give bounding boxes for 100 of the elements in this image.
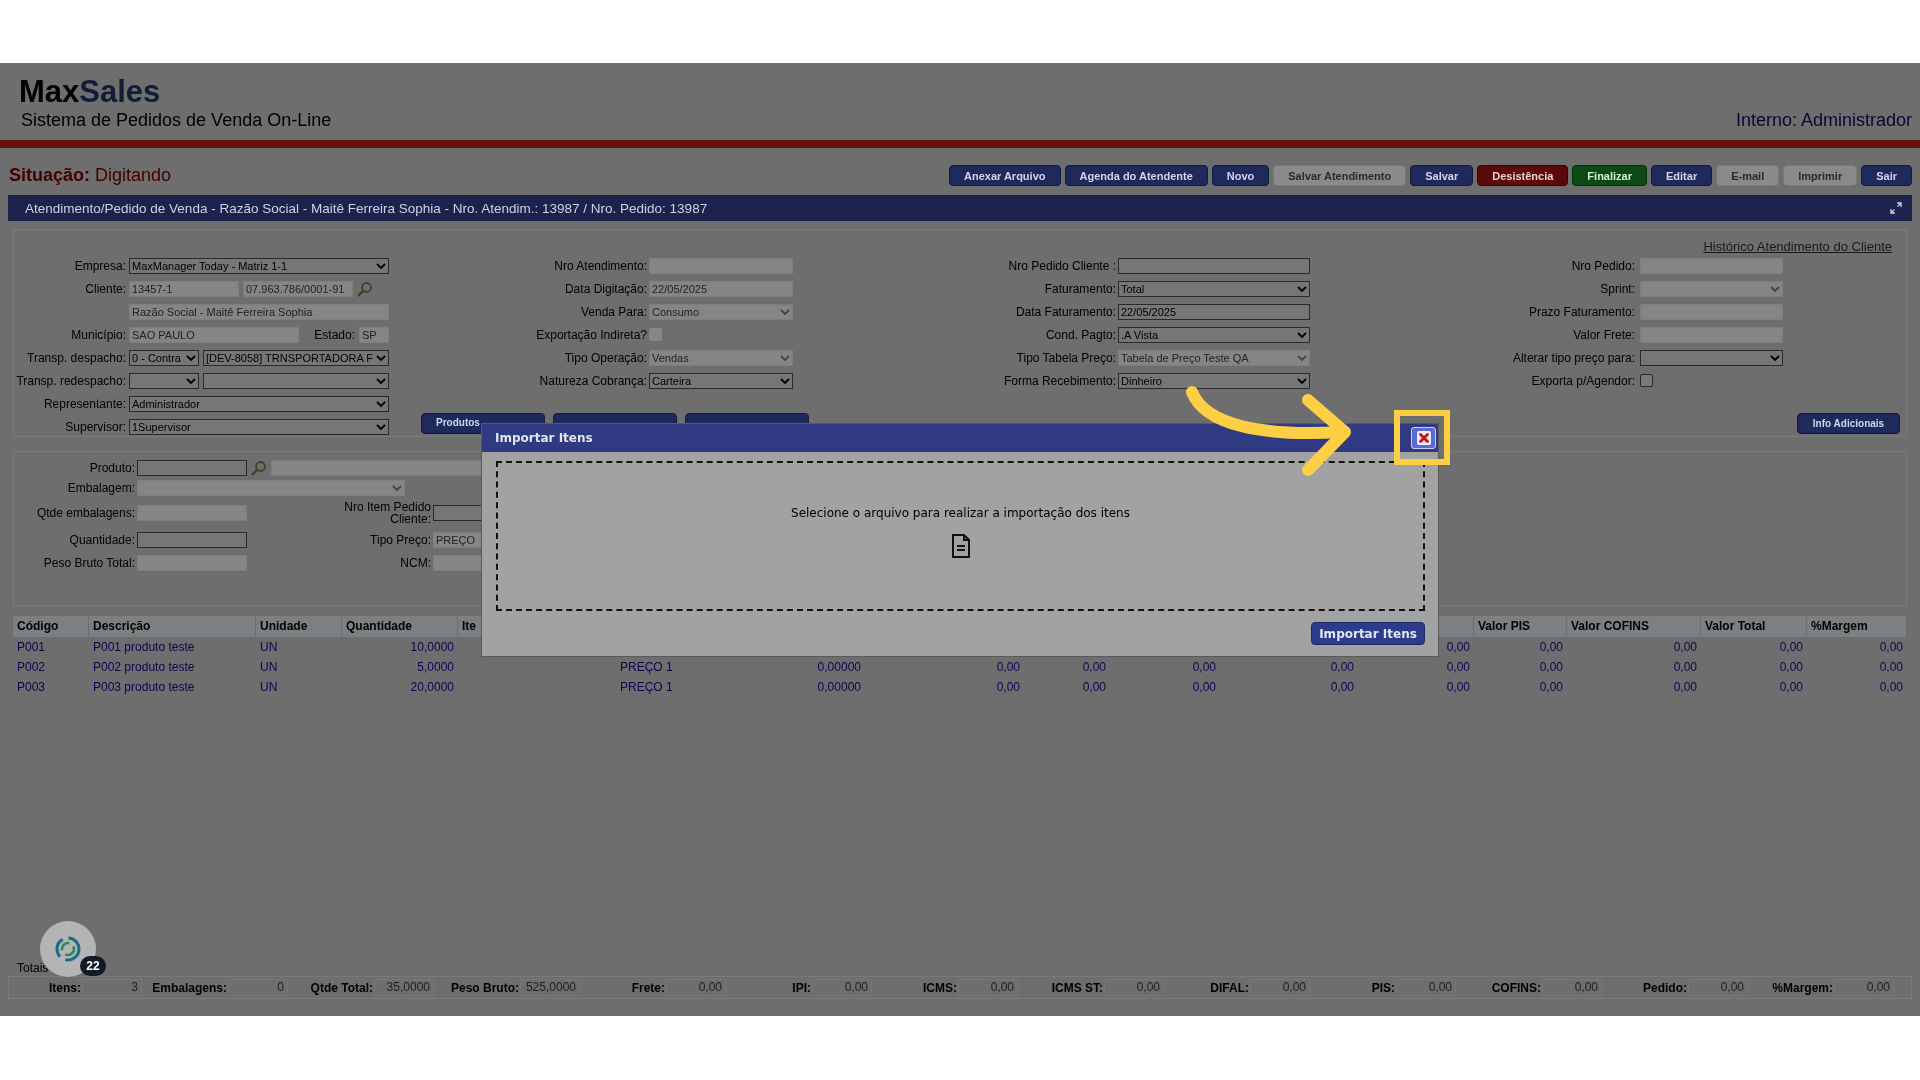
table-cell: 0,00 xyxy=(1192,680,1216,694)
field-label: Sprint: xyxy=(1600,281,1635,296)
table-cell: 0,00 xyxy=(1879,660,1903,674)
table-cell: 0,00000 xyxy=(817,680,861,694)
toolbar-button[interactable]: Salvar xyxy=(1410,165,1474,186)
total-value: 35,0000 xyxy=(374,979,434,996)
toolbar-button[interactable]: Editar xyxy=(1651,165,1713,186)
toolbar-button[interactable]: Desistência xyxy=(1477,165,1569,186)
total-label: PIS: xyxy=(1371,980,1395,995)
caret-icon xyxy=(1770,354,1780,361)
highlight-frame xyxy=(1394,410,1450,465)
close-button[interactable] xyxy=(1411,427,1436,449)
field-label: Tipo Operação: xyxy=(564,350,647,365)
caret-icon xyxy=(1297,354,1307,361)
caret-icon xyxy=(376,423,386,430)
search-icon[interactable] xyxy=(251,460,267,476)
field-label: Cliente: xyxy=(85,281,126,296)
table-cell: P001 xyxy=(17,640,46,654)
table-cell: P002 xyxy=(17,660,46,674)
field-label: Supervisor: xyxy=(65,419,126,434)
field-label: Embalagem: xyxy=(67,481,135,495)
text-field[interactable] xyxy=(137,460,247,476)
table-cell: P002 produto teste xyxy=(93,660,195,674)
total-label: %Margem: xyxy=(1772,980,1833,995)
field-label: NCM: xyxy=(400,557,431,569)
field-label: Nro Item Pedido Cliente: xyxy=(343,501,431,525)
total-value: 0,00 xyxy=(1688,979,1748,996)
dropdown[interactable]: .A Vista xyxy=(1118,326,1310,343)
table-cell: PREÇO 1 xyxy=(620,680,673,694)
dropdown[interactable] xyxy=(1640,349,1783,366)
search-icon[interactable] xyxy=(357,280,373,297)
field-label: Data Digitação: xyxy=(564,281,647,296)
total-label: Frete: xyxy=(631,980,665,995)
history-link[interactable]: Histórico Atendimento do Cliente xyxy=(1703,239,1892,254)
column-header[interactable]: Descrição xyxy=(93,619,151,633)
swirl-icon xyxy=(53,934,83,964)
field-label: Tipo Preço: xyxy=(370,534,431,546)
toolbar-button[interactable]: Agenda do Atendente xyxy=(1064,165,1208,186)
import-button[interactable]: Importar Itens xyxy=(1311,622,1425,645)
field-label: Exportação Indireta? xyxy=(536,327,647,342)
dropdown[interactable]: 0 - Contra xyxy=(129,349,199,366)
toolbar-button[interactable]: Finalizar xyxy=(1572,165,1647,186)
document-icon xyxy=(950,534,971,558)
total-value: 0,00 xyxy=(812,979,872,996)
column-header[interactable]: Quantidade xyxy=(346,619,412,633)
column-header[interactable]: Unidade xyxy=(260,619,308,633)
dropdown[interactable]: Carteira xyxy=(649,372,793,389)
total-value: 0,00 xyxy=(1834,979,1894,996)
dropdown[interactable]: 1Supervisor xyxy=(129,418,389,435)
dialog-title: Importar Itens xyxy=(495,431,593,445)
toolbar-button[interactable]: Sair xyxy=(1861,165,1912,186)
table-cell: UN xyxy=(260,640,278,654)
app-subtitle: Sistema de Pedidos de Venda On-Line xyxy=(21,109,332,131)
text-field[interactable] xyxy=(1118,257,1310,274)
expand-icon[interactable] xyxy=(1890,202,1902,214)
field-label: Município: xyxy=(71,327,126,342)
dropdown[interactable]: [DEV-8058] TRNSPORTADORA F xyxy=(203,349,389,366)
dropdown[interactable]: MaxManager Today - Matriz 1-1 xyxy=(129,257,389,274)
caret-icon xyxy=(1297,377,1307,384)
table-cell: 0,00 xyxy=(1330,660,1354,674)
table-cell: 0,00 xyxy=(1539,640,1563,654)
table-cell: UN xyxy=(260,660,278,674)
field-label: Faturamento: xyxy=(1044,281,1116,296)
table-cell: 0,00 xyxy=(1539,660,1563,674)
table-cell: 0,00 xyxy=(1673,660,1697,674)
text-field[interactable] xyxy=(137,532,247,548)
table-cell: 0,00 xyxy=(1879,680,1903,694)
column-header[interactable]: Valor Total xyxy=(1705,619,1766,633)
dropdown[interactable]: Administrador xyxy=(129,395,389,412)
column-header[interactable]: Valor COFINS xyxy=(1571,619,1650,633)
dropdown[interactable]: Dinheiro xyxy=(1118,372,1310,389)
file-drop-zone[interactable]: Selecione o arquivo para realizar a importação dos itens xyxy=(496,461,1425,611)
column-header[interactable]: Ite xyxy=(462,619,476,633)
field-label: Transp. redespacho: xyxy=(16,373,126,388)
caret-icon xyxy=(392,485,402,491)
total-value: 525,0000 xyxy=(520,979,580,996)
info-button[interactable]: Info Adicionais xyxy=(1797,413,1900,434)
dropdown[interactable] xyxy=(129,372,199,389)
column-header[interactable]: Código xyxy=(17,619,59,633)
text-field[interactable]: 22/05/2025 xyxy=(1118,303,1310,320)
caret-icon xyxy=(780,354,790,361)
table-cell: 0,00 xyxy=(1082,660,1106,674)
total-label: Qtde Total: xyxy=(310,980,373,995)
table-cell: 5,0000 xyxy=(417,660,454,674)
dropdown[interactable] xyxy=(203,372,389,389)
checkbox[interactable] xyxy=(1640,374,1653,387)
total-value: 0,00 xyxy=(1104,979,1164,996)
toolbar-button[interactable]: Anexar Arquivo xyxy=(949,165,1061,186)
toolbar-button[interactable]: Novo xyxy=(1211,165,1270,186)
total-value: 0,00 xyxy=(1396,979,1456,996)
table-cell: UN xyxy=(260,680,278,694)
table-cell: 0,00000 xyxy=(817,660,861,674)
dropdown[interactable]: Total xyxy=(1118,280,1310,297)
drop-instruction: Selecione o arquivo para realizar a importação dos itens xyxy=(791,506,1130,520)
table-cell: 0,00 xyxy=(1446,640,1470,654)
column-header[interactable]: %Margem xyxy=(1811,619,1868,633)
logo: MaxSales xyxy=(19,75,162,109)
caret-icon xyxy=(1297,285,1307,292)
table-cell: 10,0000 xyxy=(410,640,454,654)
column-header[interactable]: Valor PIS xyxy=(1478,619,1531,633)
